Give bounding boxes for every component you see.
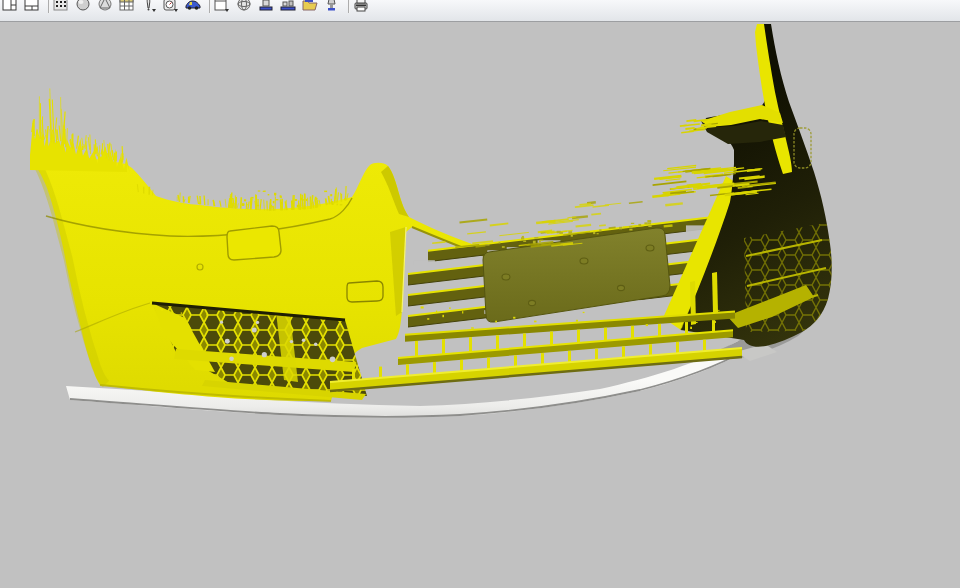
wireframe-sphere-icon[interactable]: [236, 0, 252, 13]
table-icon[interactable]: [119, 0, 135, 13]
probe-icon[interactable]: [141, 0, 157, 13]
sphere-icon[interactable]: [75, 0, 91, 13]
bumper-scan-model: [0, 22, 960, 588]
split-view-vertical-icon[interactable]: [2, 0, 18, 13]
gauge-icon[interactable]: [163, 0, 179, 13]
car-icon[interactable]: [185, 0, 201, 13]
split-view-horizontal-icon[interactable]: [24, 0, 40, 13]
platform-icon[interactable]: [280, 0, 296, 13]
toolbar-separator: [209, 0, 211, 13]
toolbar: [0, 0, 960, 22]
window-page-icon[interactable]: [214, 0, 230, 13]
align-object-icon[interactable]: [258, 0, 274, 13]
toolbar-separator: [348, 0, 350, 13]
grid-points-icon[interactable]: [53, 0, 69, 13]
printer-icon[interactable]: [353, 0, 369, 13]
lamp-icon[interactable]: [324, 0, 340, 13]
open-folder-icon[interactable]: [302, 0, 318, 13]
3d-viewport[interactable]: [0, 22, 960, 588]
toolbar-separator: [48, 0, 50, 13]
application-window: [0, 0, 960, 588]
sphere-mesh-icon[interactable]: [97, 0, 113, 13]
